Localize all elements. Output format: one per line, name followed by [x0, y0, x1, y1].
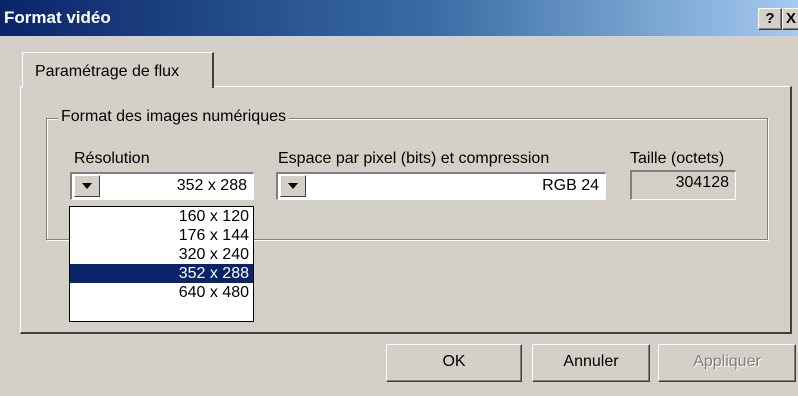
list-item[interactable]: 176 x 144 [70, 226, 253, 245]
ok-button[interactable]: OK [386, 344, 522, 382]
cancel-button[interactable]: Annuler [532, 344, 650, 382]
window-title: Format vidéo [4, 8, 111, 27]
tab-label: Paramétrage de flux [35, 63, 180, 80]
list-item[interactable]: 320 x 240 [70, 245, 253, 264]
size-field: 304128 [630, 170, 736, 200]
apply-button[interactable]: Appliquer [658, 344, 796, 382]
chevron-down-icon[interactable] [280, 175, 306, 197]
list-item[interactable]: 640 x 480 [70, 283, 253, 302]
resolution-dropdown-list: 160 x 120 176 x 144 320 x 240 352 x 288 … [69, 206, 254, 322]
tab-stream-settings[interactable]: Paramétrage de flux [22, 52, 214, 88]
help-icon: ? [765, 10, 775, 27]
close-button[interactable]: X [782, 8, 798, 30]
pixel-space-value: RGB 24 [542, 177, 599, 194]
help-button[interactable]: ? [758, 8, 782, 30]
title-bar: Format vidéo [0, 0, 798, 36]
close-icon: X [785, 10, 796, 27]
resolution-value: 352 x 288 [176, 177, 247, 194]
size-label: Taille (octets) [630, 150, 725, 167]
pixel-space-label: Espace par pixel (bits) et compression [278, 150, 550, 167]
list-item[interactable]: 160 x 120 [70, 207, 253, 226]
pixel-space-select[interactable]: RGB 24 [276, 172, 606, 200]
list-item-selected[interactable]: 352 x 288 [70, 264, 253, 283]
size-value: 304128 [675, 174, 729, 191]
group-title: Format des images numériques [58, 108, 289, 126]
resolution-label: Résolution [74, 150, 150, 167]
resolution-select[interactable]: 352 x 288 [70, 172, 254, 200]
chevron-down-icon[interactable] [74, 175, 100, 197]
